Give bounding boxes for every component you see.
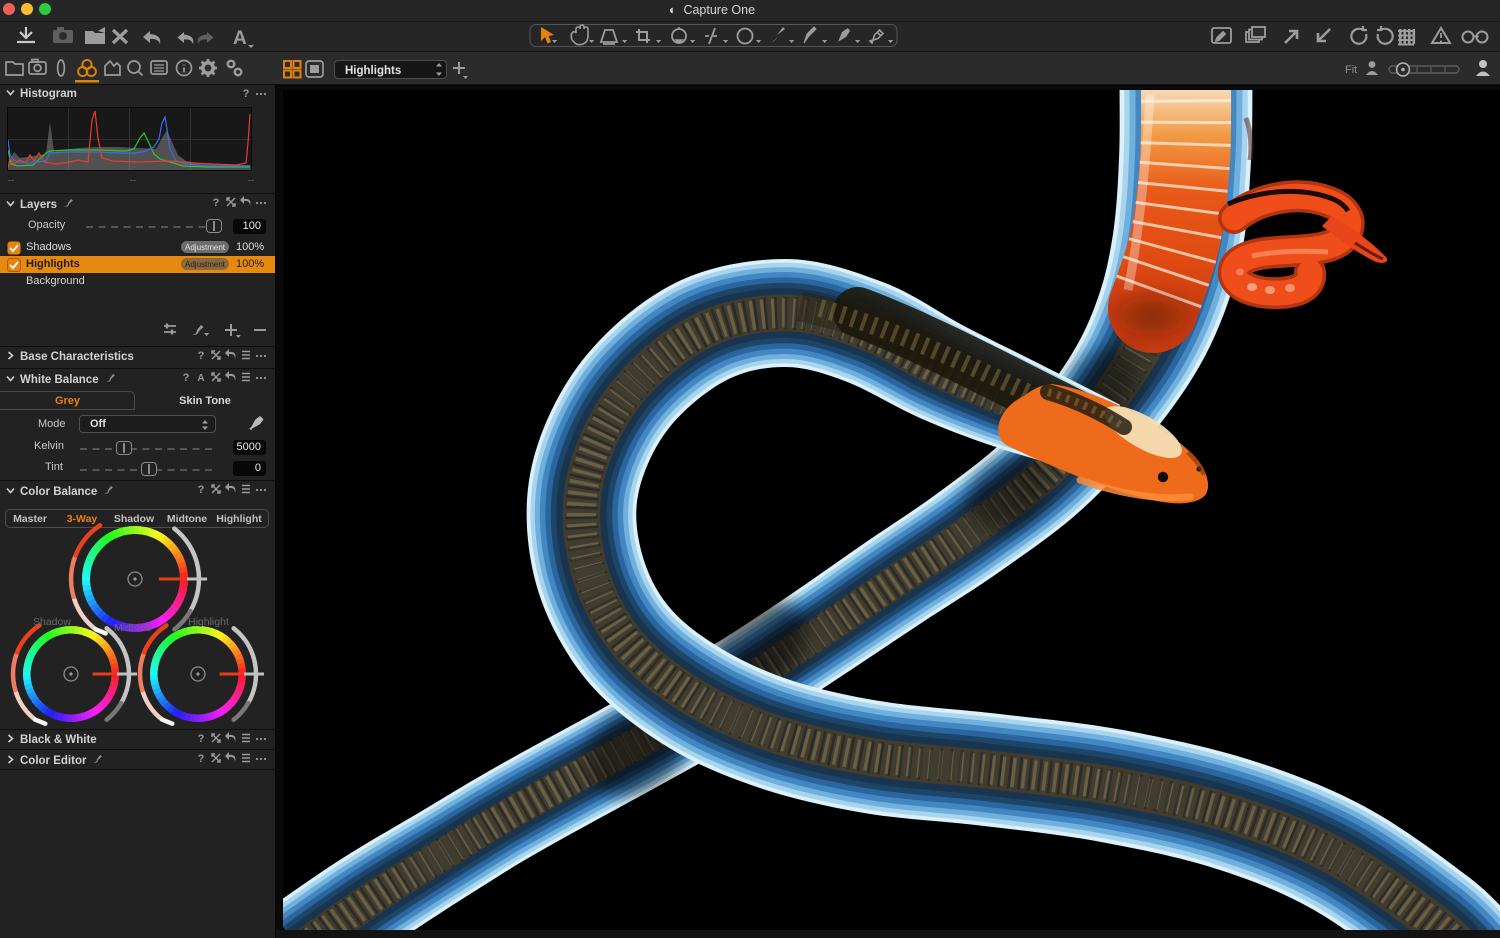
svg-text:Fit: Fit (1345, 64, 1357, 76)
svg-text:A: A (197, 373, 204, 384)
svg-text:?: ? (198, 753, 205, 765)
svg-text:?: ? (198, 733, 205, 745)
svg-text:?: ? (198, 350, 205, 362)
svg-text:A: A (233, 28, 247, 49)
svg-text:Highlights: Highlights (345, 65, 401, 77)
svg-text:?: ? (213, 197, 220, 209)
svg-text:?: ? (183, 372, 190, 384)
svg-text:?: ? (243, 88, 250, 100)
